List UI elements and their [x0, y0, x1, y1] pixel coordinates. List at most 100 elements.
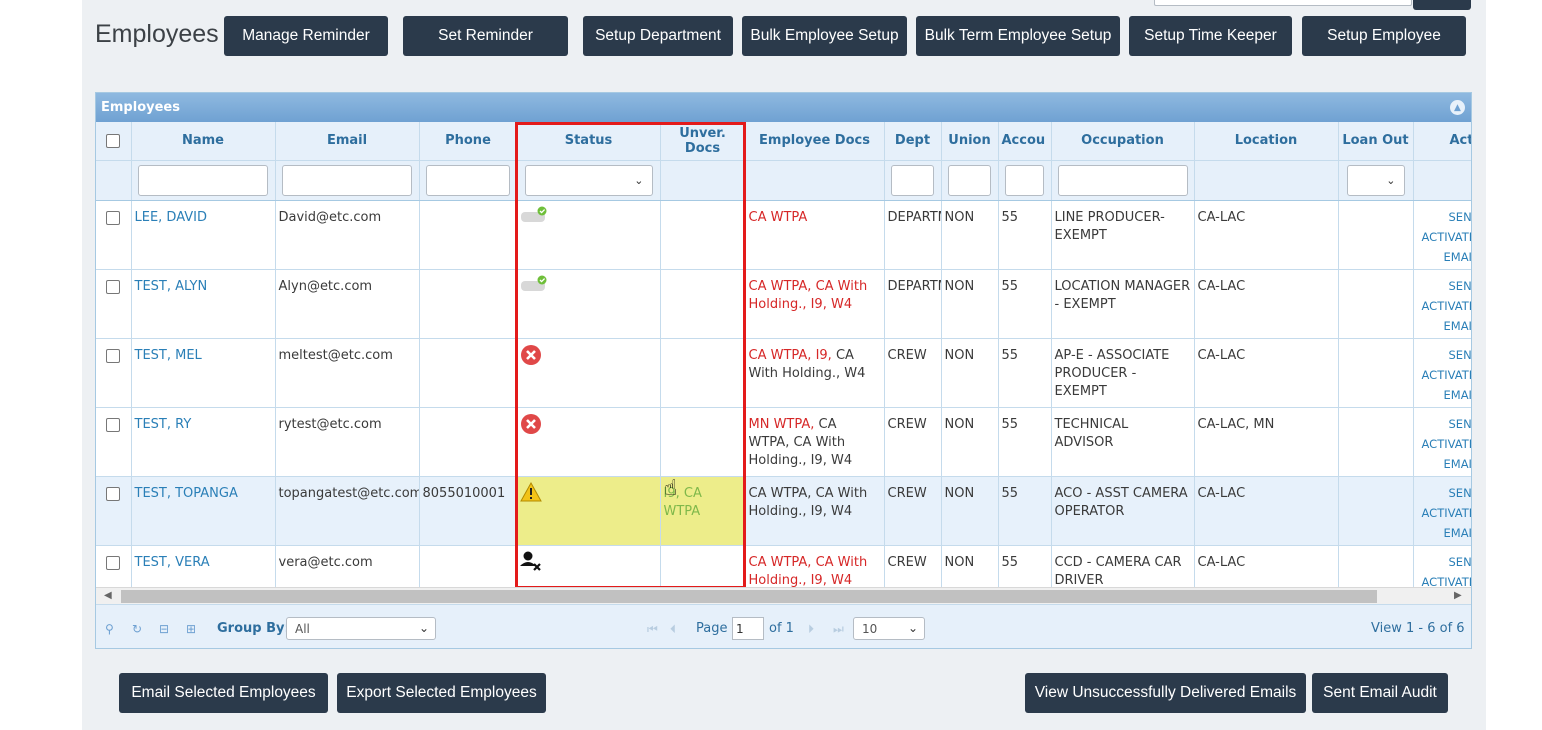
last-page-icon[interactable]: ⏭: [833, 622, 844, 637]
scroll-thumb[interactable]: [121, 590, 1377, 603]
col-header-union[interactable]: Union: [941, 122, 999, 161]
send-action-link[interactable]: SEND: [1417, 345, 1472, 365]
email-action-link[interactable]: EMAIL: [1417, 247, 1472, 267]
status-cell[interactable]: [517, 545, 661, 587]
unver-docs-link[interactable]: I9, CA WTPA: [664, 486, 702, 519]
status-cell[interactable]: [517, 200, 661, 270]
warning-icon[interactable]: [519, 481, 542, 508]
table-row[interactable]: TEST, VERA vera@etc.com CA WTPA, CA With H…: [96, 545, 1471, 587]
activation-action-link[interactable]: ACTIVATI: [1417, 227, 1472, 247]
unver-docs-cell[interactable]: [660, 407, 746, 477]
send-action-link[interactable]: SEND: [1417, 414, 1472, 434]
col-header-location[interactable]: Location: [1194, 122, 1339, 161]
filter-phone-input[interactable]: [426, 164, 510, 196]
view-unsuccessfully-delivered-emails-button[interactable]: View Unsuccessfully Delivered Emails: [1025, 673, 1306, 713]
refresh-icon[interactable]: ↻: [132, 622, 142, 636]
filter-occupation-input[interactable]: [1057, 164, 1188, 196]
next-page-icon[interactable]: ⏵: [808, 622, 814, 637]
set-reminder-button[interactable]: Set Reminder: [403, 16, 568, 56]
status-cell[interactable]: [517, 407, 661, 477]
activation-action-link[interactable]: ACTIVATI: [1417, 572, 1472, 588]
employee-name-link[interactable]: TEST, TOPANGA: [135, 486, 238, 501]
employee-name-link[interactable]: TEST, ALYN: [135, 279, 208, 294]
filter-email-input[interactable]: [282, 164, 412, 196]
bulk-term-employee-setup-button[interactable]: Bulk Term Employee Setup: [916, 16, 1120, 56]
unver-docs-cell[interactable]: [660, 338, 746, 408]
user-removed-icon[interactable]: [519, 551, 544, 579]
page-size-select[interactable]: 10 ⌄: [853, 617, 925, 640]
row-checkbox[interactable]: [106, 486, 121, 501]
send-action-link[interactable]: SEND: [1417, 552, 1472, 572]
col-header-actions[interactable]: Action: [1413, 122, 1471, 161]
row-checkbox[interactable]: [106, 348, 121, 363]
col-header-account[interactable]: Accou: [998, 122, 1052, 161]
col-header-occupation[interactable]: Occupation: [1051, 122, 1195, 161]
bulk-employee-setup-button[interactable]: Bulk Employee Setup: [742, 16, 907, 56]
horizontal-scrollbar[interactable]: ◀ ▶: [96, 587, 1471, 604]
error-icon[interactable]: [520, 344, 542, 372]
row-checkbox[interactable]: [106, 279, 121, 294]
status-cell[interactable]: [517, 476, 661, 546]
email-action-link[interactable]: EMAIL: [1417, 523, 1472, 543]
send-action-link[interactable]: SEND: [1417, 483, 1472, 503]
email-action-link[interactable]: EMAIL: [1417, 316, 1472, 336]
col-header-loan-out[interactable]: Loan Out: [1338, 122, 1414, 161]
setup-employee-button[interactable]: Setup Employee: [1302, 16, 1466, 56]
prev-page-icon[interactable]: ⏴: [670, 622, 676, 637]
email-action-link[interactable]: EMAIL: [1417, 454, 1472, 474]
first-page-icon[interactable]: ⏮: [647, 622, 658, 637]
filter-union-input[interactable]: [948, 164, 991, 196]
select-all-checkbox[interactable]: [106, 133, 121, 148]
error-icon[interactable]: [520, 413, 542, 441]
activation-action-link[interactable]: ACTIVATI: [1417, 503, 1472, 523]
table-row[interactable]: TEST, RY rytest@etc.com MN WTPA, CA WTPA, …: [96, 407, 1472, 477]
table-row[interactable]: TEST, MEL meltest@etc.com CA WTPA, I9, CA …: [96, 338, 1472, 408]
send-action-link[interactable]: SEND: [1417, 207, 1472, 227]
scroll-left-icon[interactable]: ◀: [104, 590, 112, 601]
top-search-input[interactable]: [1154, 0, 1412, 6]
unver-docs-cell[interactable]: [660, 269, 746, 339]
active-toggle-icon[interactable]: [520, 206, 550, 230]
table-row[interactable]: TEST, TOPANGA topangatest@etc.com 80550100…: [96, 476, 1472, 546]
activation-action-link[interactable]: ACTIVATI: [1417, 296, 1472, 316]
sent-email-audit-button[interactable]: Sent Email Audit: [1312, 673, 1448, 713]
filter-name-input[interactable]: [138, 164, 268, 196]
employee-name-link[interactable]: LEE, DAVID: [135, 210, 208, 225]
send-action-link[interactable]: SEND: [1417, 276, 1472, 296]
status-cell[interactable]: [517, 269, 661, 339]
filter-status-select[interactable]: ⌄: [524, 164, 653, 196]
group-by-select[interactable]: All ⌄: [286, 617, 436, 640]
search-icon[interactable]: ⚲: [105, 622, 114, 636]
expand-groups-icon[interactable]: ⊞: [186, 622, 196, 636]
employee-name-link[interactable]: TEST, VERA: [135, 555, 210, 570]
collapse-icon[interactable]: ▲: [1450, 100, 1465, 115]
filter-loan-out-select[interactable]: ⌄: [1346, 164, 1405, 196]
export-selected-employees-button[interactable]: Export Selected Employees: [337, 673, 546, 713]
table-row[interactable]: TEST, ALYN Alyn@etc.com CA WTPA, CA With H…: [96, 269, 1472, 339]
top-search-button[interactable]: [1413, 0, 1471, 10]
col-header-employee-docs[interactable]: Employee Docs: [745, 122, 885, 161]
unver-docs-cell[interactable]: I9, CA WTPA: [660, 476, 746, 546]
col-header-name[interactable]: Name: [131, 122, 276, 161]
setup-time-keeper-button[interactable]: Setup Time Keeper: [1129, 16, 1292, 56]
manage-reminder-button[interactable]: Manage Reminder: [224, 16, 388, 56]
row-checkbox[interactable]: [106, 555, 121, 570]
employee-name-link[interactable]: TEST, MEL: [135, 348, 202, 363]
employee-name-link[interactable]: TEST, RY: [135, 417, 192, 432]
col-header-unver-docs[interactable]: Unver. Docs: [660, 122, 746, 161]
activation-action-link[interactable]: ACTIVATI: [1417, 365, 1472, 385]
email-action-link[interactable]: EMAIL: [1417, 385, 1472, 405]
setup-department-button[interactable]: Setup Department: [583, 16, 733, 56]
email-selected-employees-button[interactable]: Email Selected Employees: [119, 673, 328, 713]
col-header-dept[interactable]: Dept: [884, 122, 942, 161]
row-checkbox[interactable]: [106, 210, 121, 225]
collapse-groups-icon[interactable]: ⊟: [159, 622, 169, 636]
scroll-right-icon[interactable]: ▶: [1454, 590, 1462, 601]
col-header-phone[interactable]: Phone: [419, 122, 518, 161]
col-header-status[interactable]: Status: [517, 122, 661, 161]
filter-dept-input[interactable]: [891, 164, 934, 196]
table-row[interactable]: LEE, DAVID David@etc.com CA WTPA DEPARTMENO…: [96, 200, 1472, 270]
col-header-email[interactable]: Email: [275, 122, 420, 161]
status-cell[interactable]: [517, 338, 661, 408]
filter-account-input[interactable]: [1005, 164, 1044, 196]
